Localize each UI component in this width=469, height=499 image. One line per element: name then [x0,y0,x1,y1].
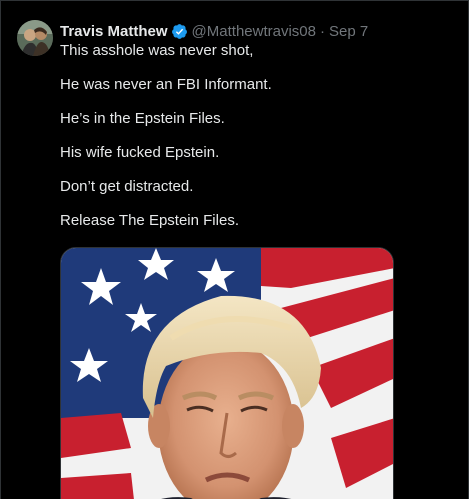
tweet-header: Travis Matthew @Matthewtravis08 · Sep 7 [60,21,368,41]
tweet-line: He’s in the Epstein Files. [60,110,225,127]
tweet-line: This asshole was never shot, [60,42,254,59]
display-name[interactable]: Travis Matthew [60,23,168,40]
tweet-text: This asshole was never shot, He was neve… [60,41,450,245]
tweet-line: Don’t get distracted. [60,178,194,195]
tweet-line: His wife fucked Epstein. [60,144,220,161]
author-handle[interactable]: @Matthewtravis08 [192,23,316,40]
tweet-photo[interactable] [60,247,394,499]
tweet-card[interactable]: Travis Matthew @Matthewtravis08 · Sep 7 … [0,0,469,499]
header-separator: · [320,22,325,40]
tweet-line: He was never an FBI Informant. [60,76,272,93]
verified-badge-icon [171,23,188,40]
tweet-date[interactable]: Sep 7 [329,23,368,40]
avatar[interactable] [17,20,53,56]
tweet-line: Release The Epstein Files. [60,212,239,229]
